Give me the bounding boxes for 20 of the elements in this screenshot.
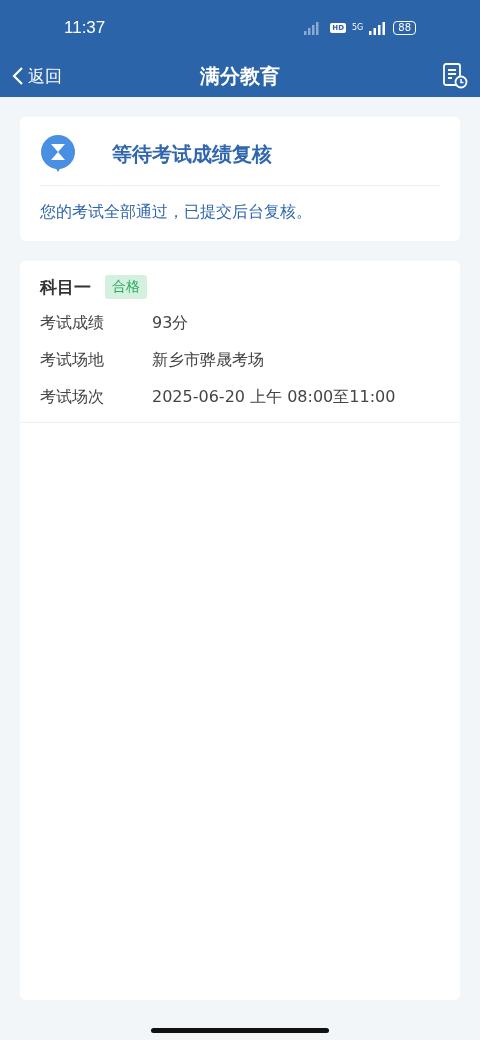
page-title: 满分教育 bbox=[200, 62, 280, 90]
home-indicator[interactable] bbox=[151, 1027, 329, 1033]
result-tag: 合格 bbox=[105, 275, 147, 299]
field-label: 考试场地 bbox=[40, 350, 105, 371]
hourglass-icon bbox=[40, 135, 76, 173]
subject-name: 科目一 bbox=[40, 275, 91, 299]
field-value: 93分 bbox=[152, 313, 189, 334]
field-label: 考试成绩 bbox=[40, 313, 105, 334]
notice-message: 您的考试全部通过，已提交后台复核。 bbox=[40, 201, 313, 223]
document-clock-icon[interactable] bbox=[442, 63, 468, 89]
signal-icon bbox=[369, 20, 388, 35]
field-value: 新乡市骅晟考场 bbox=[152, 350, 264, 371]
battery-level: 88 bbox=[393, 20, 416, 35]
field-label: 考试场次 bbox=[40, 387, 105, 408]
chevron-left-icon bbox=[12, 66, 24, 86]
field-value: 2025-06-20 上午 08:00至11:00 bbox=[152, 387, 396, 408]
back-button[interactable]: 返回 bbox=[12, 64, 62, 88]
notice-title: 等待考试成绩复核 bbox=[112, 140, 272, 168]
network-label: 5G bbox=[351, 23, 364, 32]
status-time: 11:37 bbox=[64, 17, 106, 38]
